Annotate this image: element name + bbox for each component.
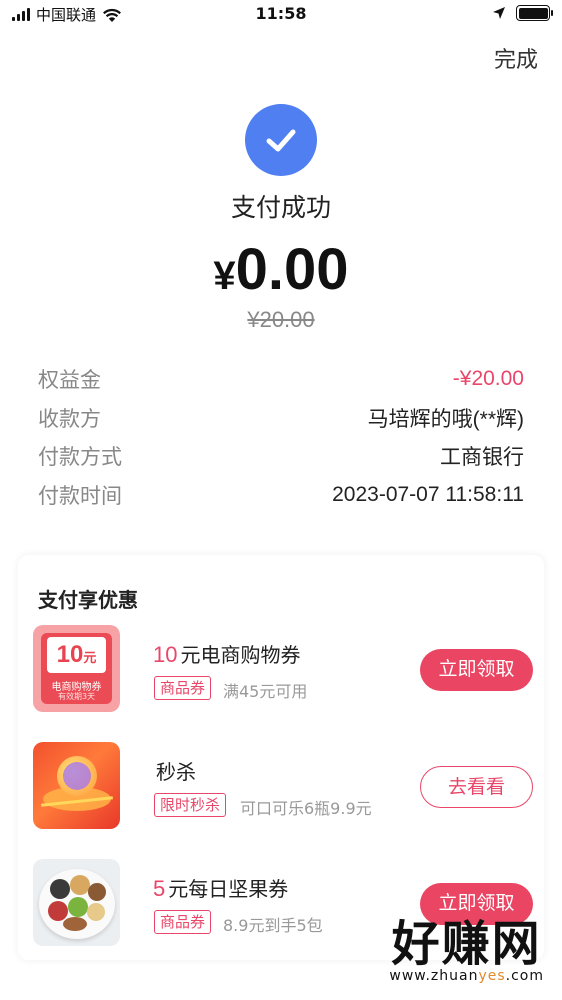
promo-card: 支付享优惠 10元 电商购物券 有效期3天 10 元电商购物券 商品券 满45元可… <box>18 555 544 960</box>
watermark-logo: 好赚网 <box>391 916 542 972</box>
detail-label: 收款方 <box>38 406 101 431</box>
title-text: 元每日坚果券 <box>168 877 289 901</box>
promo-item-flash-sale[interactable]: 秒杀 限时秒杀 可口可乐6瓶9.9元 去看看 <box>33 742 533 832</box>
promo-tag: 商品券 <box>154 676 212 700</box>
coupon-thumb-amount: 10 <box>56 641 84 668</box>
promo-item-coupon[interactable]: 10元 电商购物券 有效期3天 10 元电商购物券 商品券 满45元可用 立即领取 <box>33 625 533 715</box>
payment-status: 支付成功 <box>230 193 331 222</box>
location-arrow-icon <box>493 7 505 19</box>
done-button[interactable]: 完成 <box>494 42 538 74</box>
detail-row-time: 付款时间 2023-07-07 11:58:11 <box>38 476 524 515</box>
promo-item-title: 5 元每日坚果券 <box>153 873 288 902</box>
watermark-url: www.zhuanyes.com <box>389 968 544 984</box>
original-amount: ¥20.00 <box>247 307 315 332</box>
coupon-thumbnail: 10元 电商购物券 有效期3天 <box>33 625 120 712</box>
detail-label: 付款时间 <box>38 483 122 508</box>
battery-icon <box>516 5 553 21</box>
title-accent: 5 <box>153 876 166 901</box>
view-button[interactable]: 去看看 <box>420 766 533 808</box>
detail-value: 马培辉的哦(**辉) <box>367 407 524 431</box>
promo-title: 支付享优惠 <box>38 588 138 612</box>
status-bar: 中国联通 11:58 <box>0 0 562 32</box>
claim-button[interactable]: 立即领取 <box>420 649 533 691</box>
coupon-thumb-sublabel: 有效期3天 <box>57 692 96 701</box>
detail-label: 付款方式 <box>38 445 122 470</box>
promo-tag: 限时秒杀 <box>154 793 227 817</box>
detail-row-benefit: 权益金 -¥20.00 <box>38 360 524 399</box>
promo-desc: 8.9元到手5包 <box>223 916 323 935</box>
promo-desc: 满45元可用 <box>223 682 308 701</box>
detail-row-method: 付款方式 工商银行 <box>38 437 524 476</box>
detail-value: 工商银行 <box>440 446 524 470</box>
title-accent: 10 <box>153 642 178 667</box>
nuts-thumbnail <box>33 859 120 946</box>
flash-sale-thumbnail <box>33 742 120 829</box>
success-check-icon <box>245 104 317 176</box>
status-time: 11:58 <box>255 4 307 23</box>
currency-symbol: ¥ <box>213 254 236 298</box>
title-text: 元电商购物券 <box>180 643 301 667</box>
detail-row-payee: 收款方 马培辉的哦(**辉) <box>38 399 524 438</box>
promo-item-title: 10 元电商购物券 <box>153 639 300 668</box>
coupon-thumb-unit: 元 <box>83 650 97 665</box>
payment-amount: ¥0.00 <box>0 236 562 303</box>
promo-item-title: 秒杀 <box>153 756 196 785</box>
status-right <box>492 5 553 21</box>
promo-desc: 可口可乐6瓶9.9元 <box>240 799 372 818</box>
detail-value: -¥20.00 <box>452 367 524 391</box>
detail-value: 2023-07-07 11:58:11 <box>332 482 524 506</box>
promo-tag: 商品券 <box>154 910 212 934</box>
watermark: 好赚网 www.zhuanyes.com <box>389 918 544 984</box>
payment-details: 权益金 -¥20.00 收款方 马培辉的哦(**辉) 付款方式 工商银行 付款时… <box>38 360 524 514</box>
detail-label: 权益金 <box>38 368 101 393</box>
title-text: 秒杀 <box>156 760 196 784</box>
amount-value: 0.00 <box>235 237 349 302</box>
